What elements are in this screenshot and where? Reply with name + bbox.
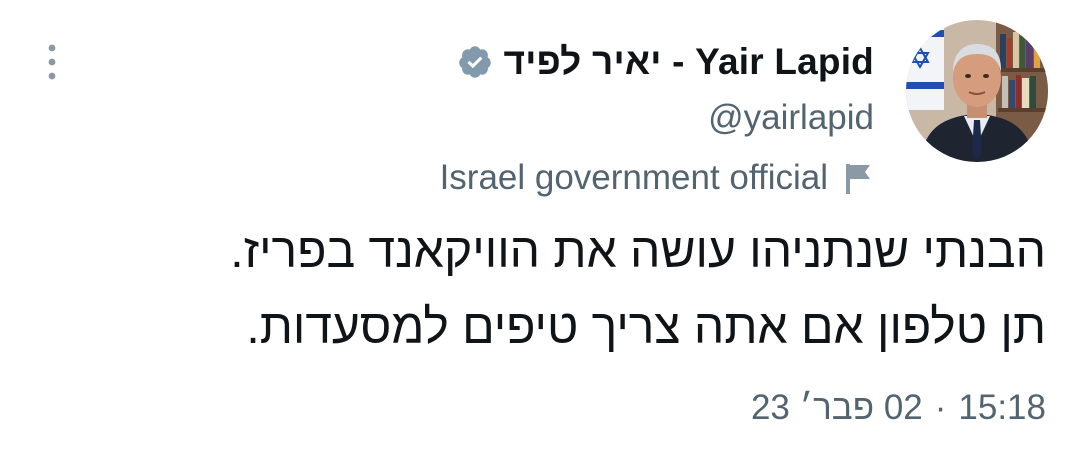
more-options-icon[interactable] xyxy=(44,42,60,82)
avatar[interactable] xyxy=(906,20,1048,162)
tweet-text: הבנתי שנתניהו עושה את הוויקאנד בפריז. תן… xyxy=(230,225,1046,354)
author-display-name[interactable]: יאיר לפיד - Yair Lapid xyxy=(503,41,874,83)
tweet-card: יאיר לפיד - Yair Lapid @yairlapid Israel… xyxy=(0,0,1080,451)
affiliation-label[interactable]: Israel government official xyxy=(440,156,874,200)
verified-badge-icon xyxy=(457,44,493,80)
tweet-timestamp[interactable]: 15:18 · 02 פבר׳ 23 xyxy=(751,388,1046,428)
author-name-row[interactable]: יאיר לפיד - Yair Lapid xyxy=(457,40,874,84)
tweet-time: 15:18 xyxy=(958,388,1046,427)
tweet-date: 02 פבר׳ 23 xyxy=(750,388,923,427)
flag-icon xyxy=(844,162,874,194)
affiliation-label-text: Israel government official xyxy=(439,158,828,197)
author-handle[interactable]: @yairlapid xyxy=(708,98,874,138)
meta-separator: · xyxy=(934,388,947,427)
